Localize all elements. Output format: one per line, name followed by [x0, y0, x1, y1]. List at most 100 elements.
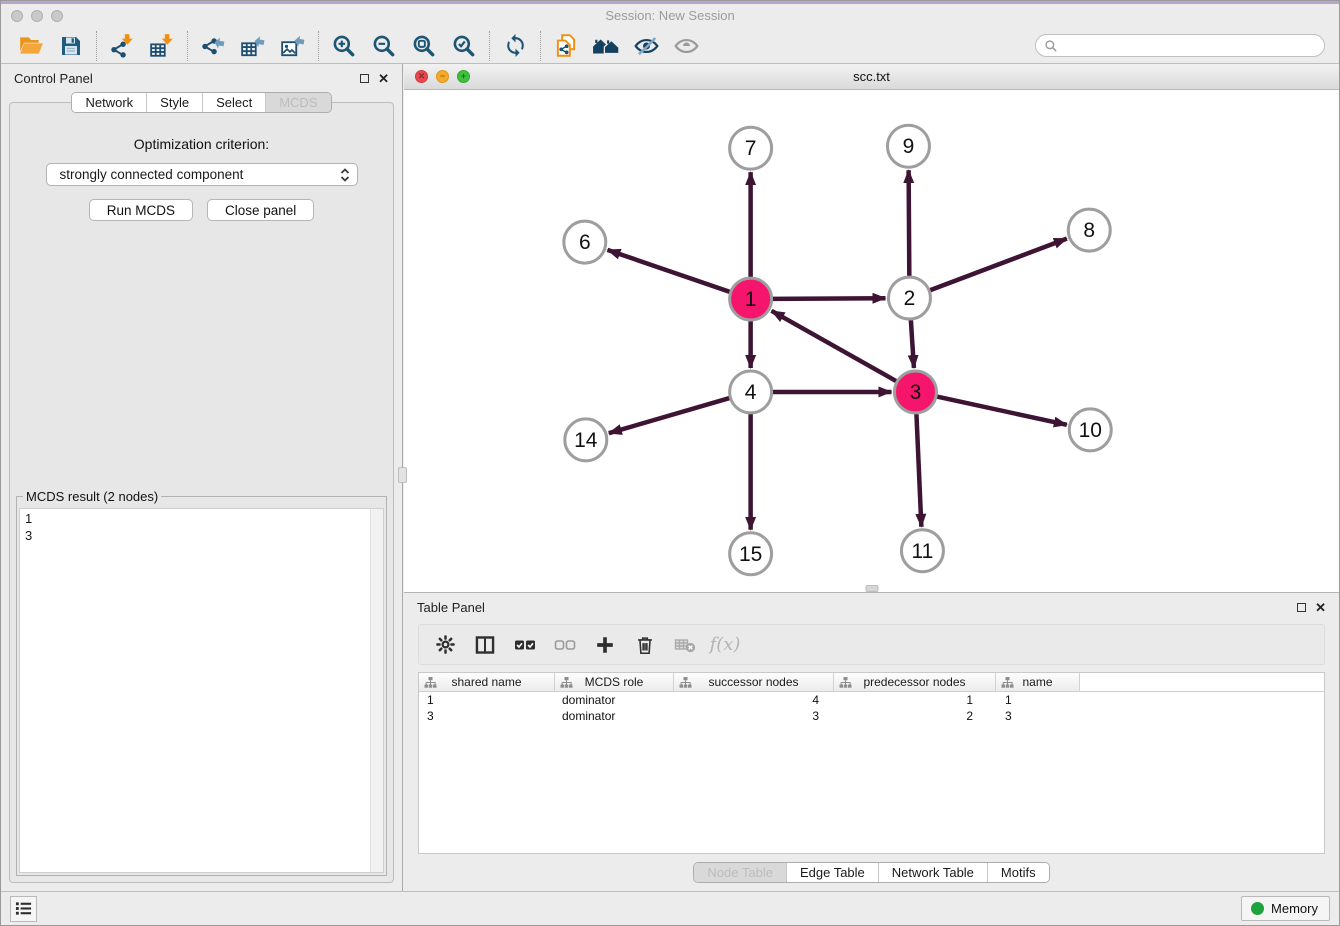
float-panel-icon[interactable] — [360, 74, 369, 83]
deselect-all-columns-button[interactable] — [547, 628, 583, 662]
tab-style[interactable]: Style — [146, 93, 202, 112]
show-columns-button[interactable] — [467, 628, 503, 662]
zoom-selected-button[interactable] — [444, 30, 484, 62]
tab-mcds[interactable]: MCDS — [265, 93, 330, 112]
node-label: 4 — [745, 381, 757, 404]
graph-node-10[interactable]: 10 — [1069, 409, 1111, 451]
result-scrollbar[interactable] — [370, 509, 383, 872]
network-canvas[interactable]: 7 9 6 8 1 2 4 3 14 10 15 11 — [404, 90, 1339, 592]
mcds-result-textarea[interactable]: 13 — [19, 508, 384, 873]
node-label: 11 — [912, 540, 934, 563]
memory-button[interactable]: Memory — [1241, 896, 1330, 921]
edge-3-to-11[interactable] — [916, 414, 921, 527]
graph-node-2[interactable]: 2 — [888, 277, 930, 319]
import-network-button[interactable] — [102, 30, 142, 62]
network-minimize-button[interactable]: − — [436, 70, 449, 83]
duplicate-network-button[interactable] — [546, 30, 586, 62]
hide-panel-button[interactable] — [626, 30, 666, 62]
table-cell[interactable]: dominator — [555, 692, 674, 708]
function-builder-button[interactable]: f(x) — [707, 628, 743, 662]
graph-node-9[interactable]: 9 — [887, 125, 929, 167]
table-settings-button[interactable] — [427, 628, 463, 662]
select-all-columns-button[interactable] — [507, 628, 543, 662]
close-table-panel-icon[interactable]: ✕ — [1315, 601, 1326, 614]
float-table-panel-icon[interactable] — [1297, 603, 1306, 612]
column-header-predecessor-nodes[interactable]: predecessor nodes — [834, 673, 996, 692]
import-table-icon — [149, 33, 175, 59]
tab-node-table[interactable]: Node Table — [694, 863, 786, 882]
column-header-successor-nodes[interactable]: successor nodes — [674, 673, 834, 692]
tab-network[interactable]: Network — [72, 93, 146, 112]
edge-2-to-8[interactable] — [930, 239, 1067, 291]
open-session-button[interactable] — [11, 30, 51, 62]
save-session-button[interactable] — [51, 30, 91, 62]
table-cell[interactable]: 3 — [674, 708, 834, 724]
column-attribute-icon — [560, 677, 573, 688]
close-panel-icon[interactable]: ✕ — [378, 72, 389, 85]
toolbar-separator — [318, 31, 319, 61]
search-field[interactable] — [1035, 34, 1325, 57]
edge-3-to-1[interactable] — [772, 311, 897, 381]
table-cell[interactable]: 4 — [674, 692, 834, 708]
column-header-shared-name[interactable]: shared name — [419, 673, 555, 692]
graph-node-4[interactable]: 4 — [730, 371, 772, 413]
delete-column-button[interactable] — [627, 628, 663, 662]
optimization-criterion-select[interactable]: strongly connected component — [46, 163, 358, 186]
tab-edge-table[interactable]: Edge Table — [786, 863, 878, 882]
add-column-button[interactable] — [587, 628, 623, 662]
graph-node-7[interactable]: 7 — [730, 127, 772, 169]
table-empty-area[interactable] — [419, 724, 1324, 853]
delete-table-button[interactable] — [667, 628, 703, 662]
export-network-button[interactable] — [193, 30, 233, 62]
network-graph[interactable]: 7 9 6 8 1 2 4 3 14 10 15 11 — [404, 90, 1339, 592]
table-cell[interactable]: 1 — [419, 692, 555, 708]
tab-select[interactable]: Select — [202, 93, 265, 112]
tab-network-table[interactable]: Network Table — [878, 863, 987, 882]
zoom-in-button[interactable] — [324, 30, 364, 62]
export-table-button[interactable] — [233, 30, 273, 62]
table-cell[interactable]: dominator — [555, 708, 674, 724]
mcds-result-group: MCDS result (2 nodes) 13 — [16, 496, 387, 876]
edge-1-to-2[interactable] — [773, 298, 886, 299]
network-zoom-button[interactable]: + — [457, 70, 470, 83]
close-panel-button[interactable]: Close panel — [207, 199, 314, 221]
table-cell[interactable]: 1 — [834, 692, 996, 708]
edge-3-to-10[interactable] — [937, 397, 1067, 425]
table-cell[interactable]: 1 — [996, 692, 1080, 708]
network-close-button[interactable]: ✕ — [415, 70, 428, 83]
show-panel-button[interactable] — [666, 30, 706, 62]
graph-node-14[interactable]: 14 — [565, 419, 607, 461]
edge-1-to-6[interactable] — [607, 250, 729, 292]
graph-node-11[interactable]: 11 — [901, 530, 943, 572]
refresh-layout-button[interactable] — [495, 30, 535, 62]
home-button[interactable] — [586, 30, 626, 62]
panel-splitter-grip[interactable] — [398, 467, 407, 483]
zoom-fit-button[interactable] — [404, 30, 444, 62]
zoom-out-button[interactable] — [364, 30, 404, 62]
graph-node-6[interactable]: 6 — [564, 221, 606, 263]
import-table-button[interactable] — [142, 30, 182, 62]
table-cell[interactable]: 2 — [834, 708, 996, 724]
table-row[interactable]: 3dominator323 — [419, 708, 1324, 724]
graph-node-15[interactable]: 15 — [730, 533, 772, 575]
run-mcds-button[interactable]: Run MCDS — [89, 199, 193, 221]
graph-node-1[interactable]: 1 — [730, 278, 772, 320]
graph-node-3[interactable]: 3 — [894, 371, 936, 413]
table-row[interactable]: 1dominator411 — [419, 692, 1324, 708]
task-history-button[interactable] — [10, 896, 37, 922]
edge-2-to-9[interactable] — [909, 170, 910, 276]
column-header-mcds-role[interactable]: MCDS role — [555, 673, 674, 692]
export-image-button[interactable] — [273, 30, 313, 62]
search-input[interactable] — [1058, 38, 1316, 53]
tab-motifs[interactable]: Motifs — [987, 863, 1049, 882]
table-cell[interactable]: 3 — [996, 708, 1080, 724]
column-header-name[interactable]: name — [996, 673, 1080, 692]
window-title: Session: New Session — [1, 8, 1339, 23]
graph-node-8[interactable]: 8 — [1068, 209, 1110, 251]
network-splitter-grip[interactable] — [865, 585, 878, 592]
control-panel-tabs: NetworkStyleSelectMCDS — [1, 92, 402, 113]
header-filler — [1080, 673, 1324, 692]
table-cell[interactable]: 3 — [419, 708, 555, 724]
edge-4-to-14[interactable] — [609, 398, 730, 433]
edge-2-to-3[interactable] — [911, 320, 914, 368]
